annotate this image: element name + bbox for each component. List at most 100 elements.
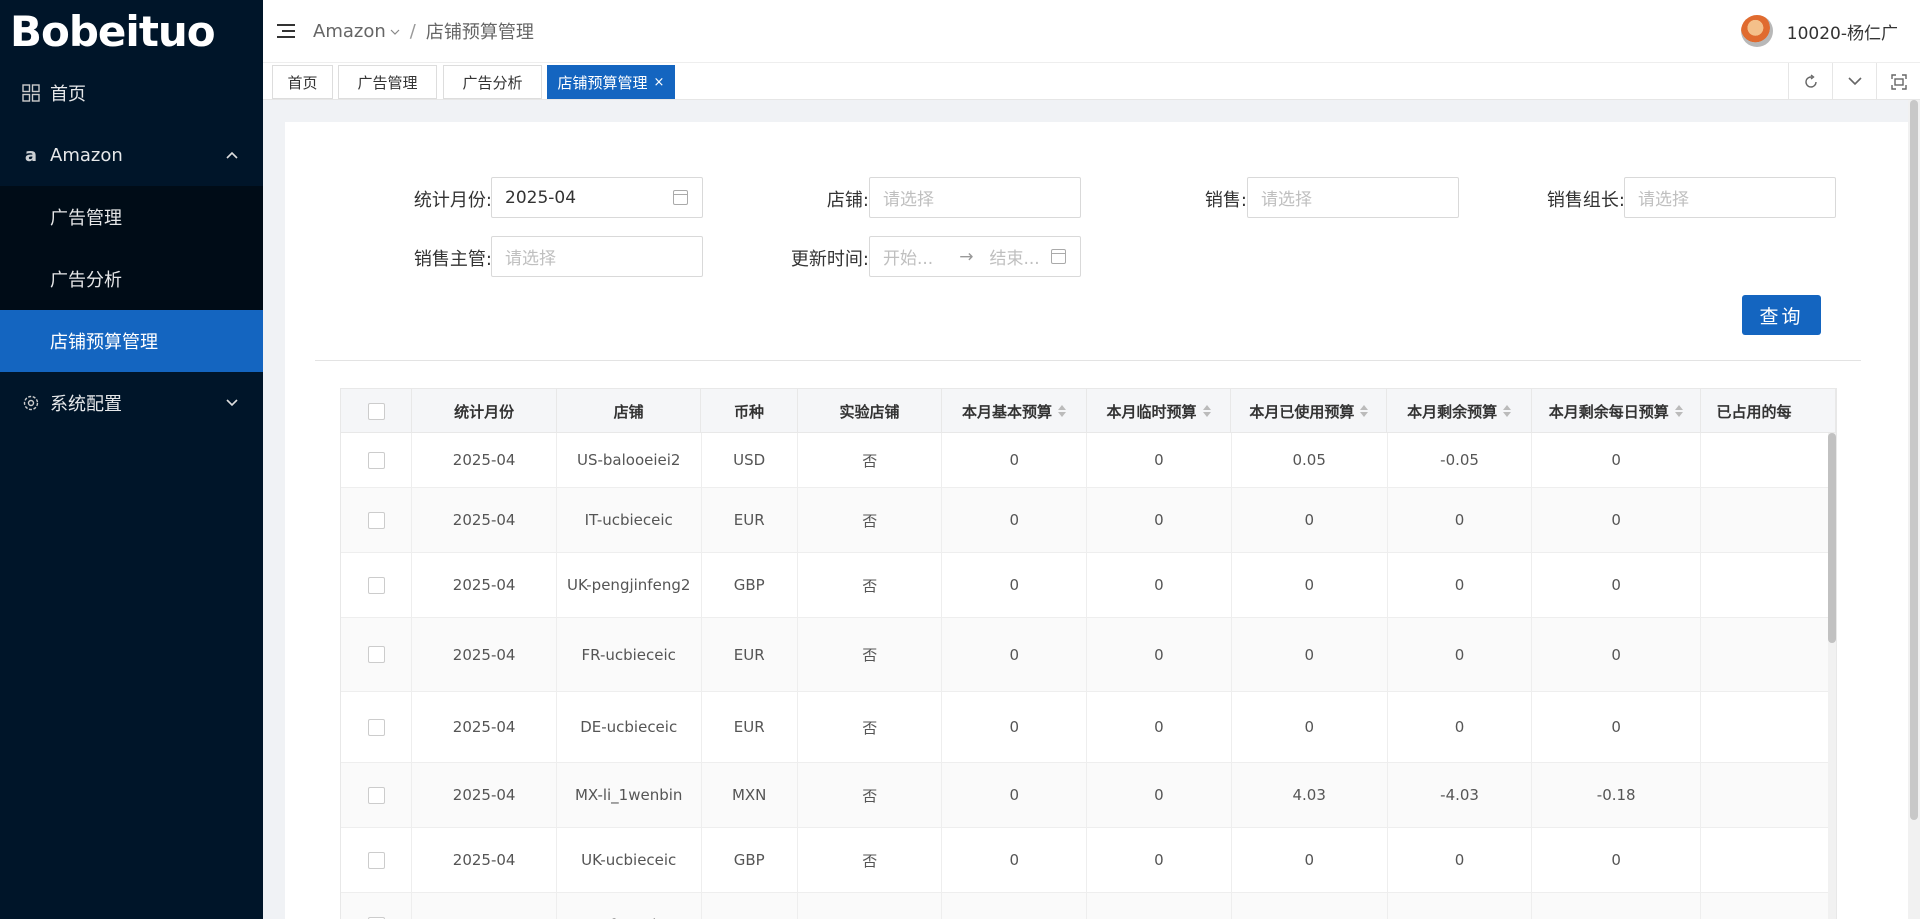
query-button[interactable]: 查询 bbox=[1742, 295, 1821, 335]
sidebar: Bobeituo 首页 a Amazon 广告管理 广告分析 店铺预算管理 系统… bbox=[0, 0, 263, 919]
table-cell: 0 bbox=[1532, 553, 1702, 617]
user-menu[interactable]: 10020-杨仁广 bbox=[1740, 0, 1898, 62]
table-cell: 2025-04 bbox=[412, 692, 557, 762]
sidebar-item-amazon[interactable]: a Amazon bbox=[0, 124, 263, 186]
table-row[interactable]: 2025-04 IT-ucbieceic EUR 否 0 0 0 0 0 bbox=[341, 488, 1836, 553]
row-checkbox[interactable] bbox=[367, 576, 385, 594]
table-row[interactable]: 2025-04 FR-ucbieceic EUR 否 0 0 0 0 0 bbox=[341, 618, 1836, 692]
table-cell: EUR bbox=[702, 618, 798, 691]
row-checkbox[interactable] bbox=[367, 718, 385, 736]
month-picker[interactable]: 2025-04 bbox=[491, 177, 703, 218]
table-cell: 1 bbox=[1701, 893, 1836, 919]
calendar-icon bbox=[1051, 249, 1066, 264]
tab-shop-budget[interactable]: 店铺预算管理 × bbox=[547, 65, 675, 99]
sidebar-item-ad-management[interactable]: 广告管理 bbox=[0, 186, 263, 248]
table-cell: 0 bbox=[1232, 553, 1388, 617]
update-time-range[interactable]: 开始... → 结束... bbox=[869, 236, 1081, 277]
select-all-cell bbox=[341, 389, 413, 433]
chevron-down-icon[interactable] bbox=[390, 25, 400, 38]
sortable-column-header[interactable]: 本月临时预算 bbox=[1087, 389, 1232, 433]
end-date-input[interactable]: 结束... bbox=[989, 244, 1039, 269]
table-cell: 2025-04 bbox=[412, 618, 557, 691]
fullscreen-icon[interactable] bbox=[1876, 63, 1920, 100]
menu-toggle-icon[interactable] bbox=[277, 24, 295, 38]
manager-select[interactable]: 请选择 bbox=[491, 236, 703, 277]
shop-select[interactable]: 请选择 bbox=[869, 177, 1081, 218]
table-cell: 0 bbox=[1532, 692, 1702, 762]
sidebar-item-ad-analysis[interactable]: 广告分析 bbox=[0, 248, 263, 310]
tab-home[interactable]: 首页 bbox=[272, 65, 333, 99]
chevron-down-icon[interactable] bbox=[1832, 63, 1876, 100]
table-cell: DE-ucbieceic bbox=[557, 692, 702, 762]
table-cell: 0 bbox=[1532, 433, 1702, 487]
select-all-checkbox[interactable] bbox=[367, 402, 385, 420]
sort-icon[interactable] bbox=[1503, 405, 1512, 417]
table-body: 2025-04 US-balooeiei2 USD 否 0 0 0.05 -0.05 0 2025… bbox=[341, 433, 1836, 919]
refresh-icon[interactable] bbox=[1788, 63, 1832, 100]
row-checkbox[interactable] bbox=[367, 851, 385, 869]
table-cell: 2025-04 bbox=[412, 893, 557, 919]
tab-ad-analysis[interactable]: 广告分析 bbox=[443, 65, 542, 99]
table-cell: IT-ucbieceic bbox=[557, 488, 702, 552]
page-scrollbar[interactable] bbox=[1908, 100, 1920, 919]
tabs-bar: 首页 广告管理 广告分析 店铺预算管理 × bbox=[263, 62, 1920, 100]
table-cell: 0 bbox=[1388, 488, 1533, 552]
table-cell: 0 bbox=[1232, 692, 1388, 762]
table-cell: 否 bbox=[798, 553, 943, 617]
table-cell bbox=[1701, 488, 1836, 552]
table-cell: 0 bbox=[942, 433, 1088, 487]
start-date-input[interactable]: 开始... bbox=[883, 244, 933, 269]
sortable-column-header[interactable]: 本月已使用预算 bbox=[1231, 389, 1388, 433]
table-cell: -0.05 bbox=[1388, 433, 1533, 487]
row-select-cell bbox=[341, 828, 413, 892]
sidebar-item-home[interactable]: 首页 bbox=[0, 62, 263, 124]
range-arrow: → bbox=[959, 246, 974, 267]
row-checkbox[interactable] bbox=[367, 511, 385, 529]
table-row[interactable]: 2025-04 UK-ucbieceic GBP 否 0 0 0 0 0 bbox=[341, 828, 1836, 893]
divider bbox=[315, 360, 1861, 361]
row-checkbox[interactable] bbox=[367, 646, 385, 663]
close-icon[interactable]: × bbox=[654, 75, 665, 90]
row-checkbox[interactable] bbox=[367, 786, 385, 804]
table-cell: 2025-04 bbox=[412, 433, 557, 487]
logo[interactable]: Bobeituo bbox=[0, 0, 263, 62]
table-cell: 否 bbox=[798, 763, 943, 827]
sidebar-item-shop-budget[interactable]: 店铺预算管理 bbox=[0, 310, 263, 372]
calendar-icon bbox=[673, 190, 688, 205]
sortable-column-header[interactable]: 本月基本预算 bbox=[942, 389, 1087, 433]
table-row[interactable]: 2025-04 MX-li_1wenbin MXN 否 0 0 4.03 -4.03 -0.18 bbox=[341, 763, 1836, 828]
table-cell: 否 bbox=[798, 692, 943, 762]
sortable-column-header[interactable]: 本月剩余预算 bbox=[1387, 389, 1532, 433]
update-time-label: 更新时间: bbox=[790, 249, 869, 270]
sidebar-item-system-config[interactable]: 系统配置 bbox=[0, 372, 263, 434]
sort-icon[interactable] bbox=[1058, 405, 1067, 417]
sort-icon[interactable] bbox=[1674, 405, 1683, 417]
table-cell: 否 bbox=[798, 893, 943, 919]
row-select-cell bbox=[341, 618, 413, 691]
breadcrumb-root[interactable]: Amazon bbox=[313, 21, 386, 42]
row-select-cell bbox=[341, 488, 413, 552]
table-row[interactable]: 2025-04 DE-ucbieceic EUR 否 0 0 0 0 0 bbox=[341, 692, 1836, 763]
table-cell: 0 bbox=[942, 488, 1088, 552]
avatar[interactable] bbox=[1740, 15, 1773, 47]
table-cell: 0 bbox=[1388, 692, 1533, 762]
sort-icon[interactable] bbox=[1202, 405, 1211, 417]
table-cell bbox=[1701, 763, 1836, 827]
table-row[interactable]: 2025-04 US-balooeiei2 USD 否 0 0 0.05 -0.05 0 bbox=[341, 433, 1836, 488]
tab-ad-management[interactable]: 广告管理 bbox=[338, 65, 437, 99]
table-row[interactable]: 2025-04 UK-pengjinfeng2 GBP 否 0 0 0 0 0 bbox=[341, 553, 1836, 618]
breadcrumb: Amazon / 店铺预算管理 bbox=[313, 18, 534, 44]
sort-icon[interactable] bbox=[1360, 405, 1369, 417]
leader-select[interactable]: 请选择 bbox=[1624, 177, 1836, 218]
table-cell: 11.00 bbox=[1232, 893, 1388, 919]
table-row[interactable]: 2025-04MX-fangxin2MXN否0011.00-11.00-0.51 bbox=[341, 893, 1836, 919]
sortable-column-header[interactable]: 本月剩余每日预算 bbox=[1532, 389, 1701, 433]
table-scrollbar[interactable] bbox=[1828, 433, 1836, 919]
user-name[interactable]: 10020-杨仁广 bbox=[1787, 19, 1898, 44]
sales-label: 销售: bbox=[1204, 190, 1247, 211]
column-header: 店铺 bbox=[557, 389, 702, 433]
table-cell: 2025-04 bbox=[412, 488, 557, 552]
top-header: Amazon / 店铺预算管理 10020-杨仁广 bbox=[263, 0, 1920, 62]
sales-select[interactable]: 请选择 bbox=[1247, 177, 1459, 218]
row-checkbox[interactable] bbox=[367, 451, 385, 469]
